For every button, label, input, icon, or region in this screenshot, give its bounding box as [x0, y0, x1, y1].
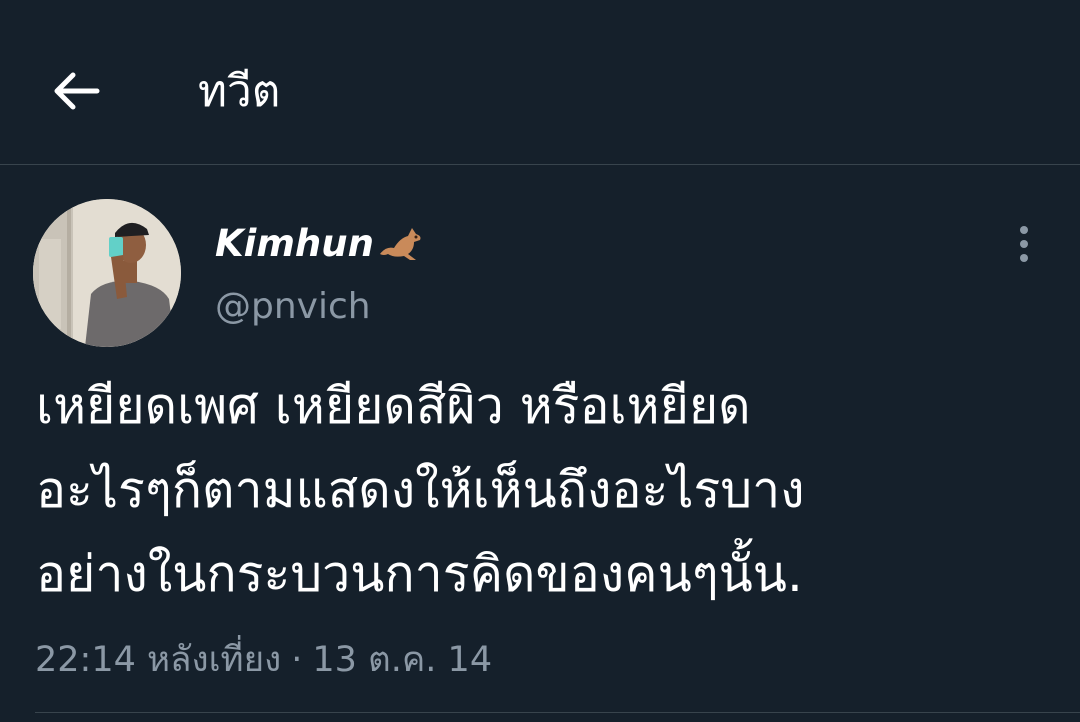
more-vertical-icon	[1020, 226, 1028, 262]
tweet-text: เหยียดเพศ เหยียดสีผิว หรือเหยียด อะไรๆก็…	[36, 364, 1046, 616]
tweet-text-line: เหยียดเพศ เหยียดสีผิว หรือเหยียด	[36, 377, 751, 435]
tweet-date: 13 ต.ค. 14	[312, 640, 493, 680]
arrow-left-icon	[54, 72, 100, 110]
meta-separator: ·	[291, 640, 303, 680]
author-name-text: Kimhun	[215, 222, 374, 265]
more-options-button[interactable]	[1004, 220, 1044, 268]
avatar-photo	[33, 199, 181, 347]
tweet-text-line: อย่างในกระบวนการคิดของคนๆนั้น.	[36, 545, 803, 603]
page-title: ทวีต	[198, 66, 281, 117]
back-button[interactable]	[40, 58, 112, 124]
tweet-time: 22:14 หลังเที่ยง	[35, 640, 282, 680]
top-bar: ทวีต	[0, 0, 1080, 165]
kangaroo-emoji-icon	[376, 224, 426, 264]
tweet-text-line: อะไรๆก็ตามแสดงให้เห็นถึงอะไรบาง	[36, 461, 805, 519]
author-handle[interactable]: @pnvich	[215, 286, 371, 327]
tweet-timestamp[interactable]: 22:14 หลังเที่ยง · 13 ต.ค. 14	[35, 632, 492, 687]
avatar[interactable]	[33, 199, 181, 347]
author-display-name[interactable]: Kimhun	[215, 222, 426, 265]
divider	[35, 712, 1080, 713]
